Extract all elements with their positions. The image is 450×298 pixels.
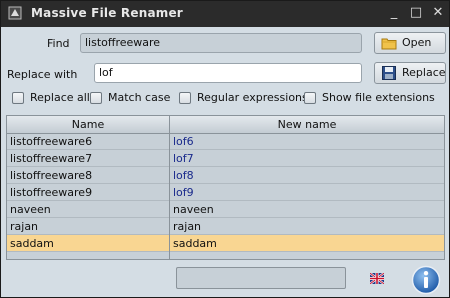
match-case-checkbox[interactable]: Match case: [90, 91, 170, 107]
cell-new-name: rajan: [173, 220, 202, 233]
find-input[interactable]: listoffreeware: [80, 33, 362, 53]
replace-button-label: Replace: [402, 66, 446, 79]
show-file-extensions-checkbox[interactable]: Show file extensions: [304, 91, 435, 107]
checkbox-box: [179, 92, 191, 104]
table-header: Name New name: [7, 116, 444, 134]
close-button[interactable]: ✕: [429, 4, 447, 22]
cell-name: listoffreeware7: [10, 152, 93, 165]
cell-name: naveen: [10, 203, 51, 216]
cell-new-name: naveen: [173, 203, 214, 216]
save-icon: [382, 66, 396, 80]
replace-all-label: Replace all: [30, 91, 90, 104]
cell-name: listoffreeware8: [10, 169, 93, 182]
cell-name: listoffreeware9: [10, 186, 93, 199]
window-title: Massive File Renamer: [31, 6, 183, 20]
main-window: Massive File Renamer _ □ ✕ Find listoffr…: [0, 0, 450, 298]
title-bar[interactable]: Massive File Renamer _ □ ✕: [1, 1, 449, 27]
status-field: [176, 267, 346, 289]
cell-new-name: saddam: [173, 237, 217, 250]
cell-new-name: lof6: [173, 135, 194, 148]
open-button[interactable]: Open: [374, 32, 446, 54]
table-row[interactable]: rajan rajan: [7, 218, 444, 235]
find-label: Find: [47, 37, 70, 50]
match-case-label: Match case: [108, 91, 171, 104]
table-row[interactable]: listoffreeware9 lof9: [7, 184, 444, 201]
folder-icon: [381, 38, 397, 50]
column-header-new-name[interactable]: New name: [170, 116, 444, 133]
maximize-button[interactable]: □: [407, 4, 425, 22]
cell-name: rajan: [10, 220, 39, 233]
replace-all-checkbox[interactable]: Replace all: [12, 91, 92, 107]
regular-expressions-checkbox[interactable]: Regular expressions: [179, 91, 308, 107]
table-row[interactable]: naveen naveen: [7, 201, 444, 218]
file-table[interactable]: Name New name listoffreeware6 lof6 listo…: [6, 115, 445, 260]
cell-name: saddam: [10, 237, 54, 250]
minimize-button[interactable]: _: [385, 4, 403, 22]
checkbox-box: [304, 92, 316, 104]
cell-new-name: lof7: [173, 152, 194, 165]
flag-icon[interactable]: [370, 273, 384, 284]
table-row-selected[interactable]: saddam saddam: [7, 235, 444, 252]
table-row[interactable]: listoffreeware6 lof6: [7, 133, 444, 150]
checkbox-box: [12, 92, 24, 104]
cell-new-name: lof8: [173, 169, 194, 182]
replace-input[interactable]: lof: [94, 63, 362, 83]
table-row[interactable]: listoffreeware8 lof8: [7, 167, 444, 184]
regular-expressions-label: Regular expressions: [197, 91, 308, 104]
column-divider[interactable]: [169, 116, 170, 259]
table-row[interactable]: listoffreeware7 lof7: [7, 150, 444, 167]
checkbox-box: [90, 92, 102, 104]
column-header-name[interactable]: Name: [7, 116, 169, 133]
app-icon: [8, 6, 22, 20]
replace-button[interactable]: Replace: [374, 62, 446, 84]
info-icon[interactable]: [411, 265, 441, 295]
cell-name: listoffreeware6: [10, 135, 93, 148]
replace-label: Replace with: [7, 68, 78, 81]
open-button-label: Open: [402, 36, 432, 49]
cell-new-name: lof9: [173, 186, 194, 199]
show-file-extensions-label: Show file extensions: [322, 91, 435, 104]
